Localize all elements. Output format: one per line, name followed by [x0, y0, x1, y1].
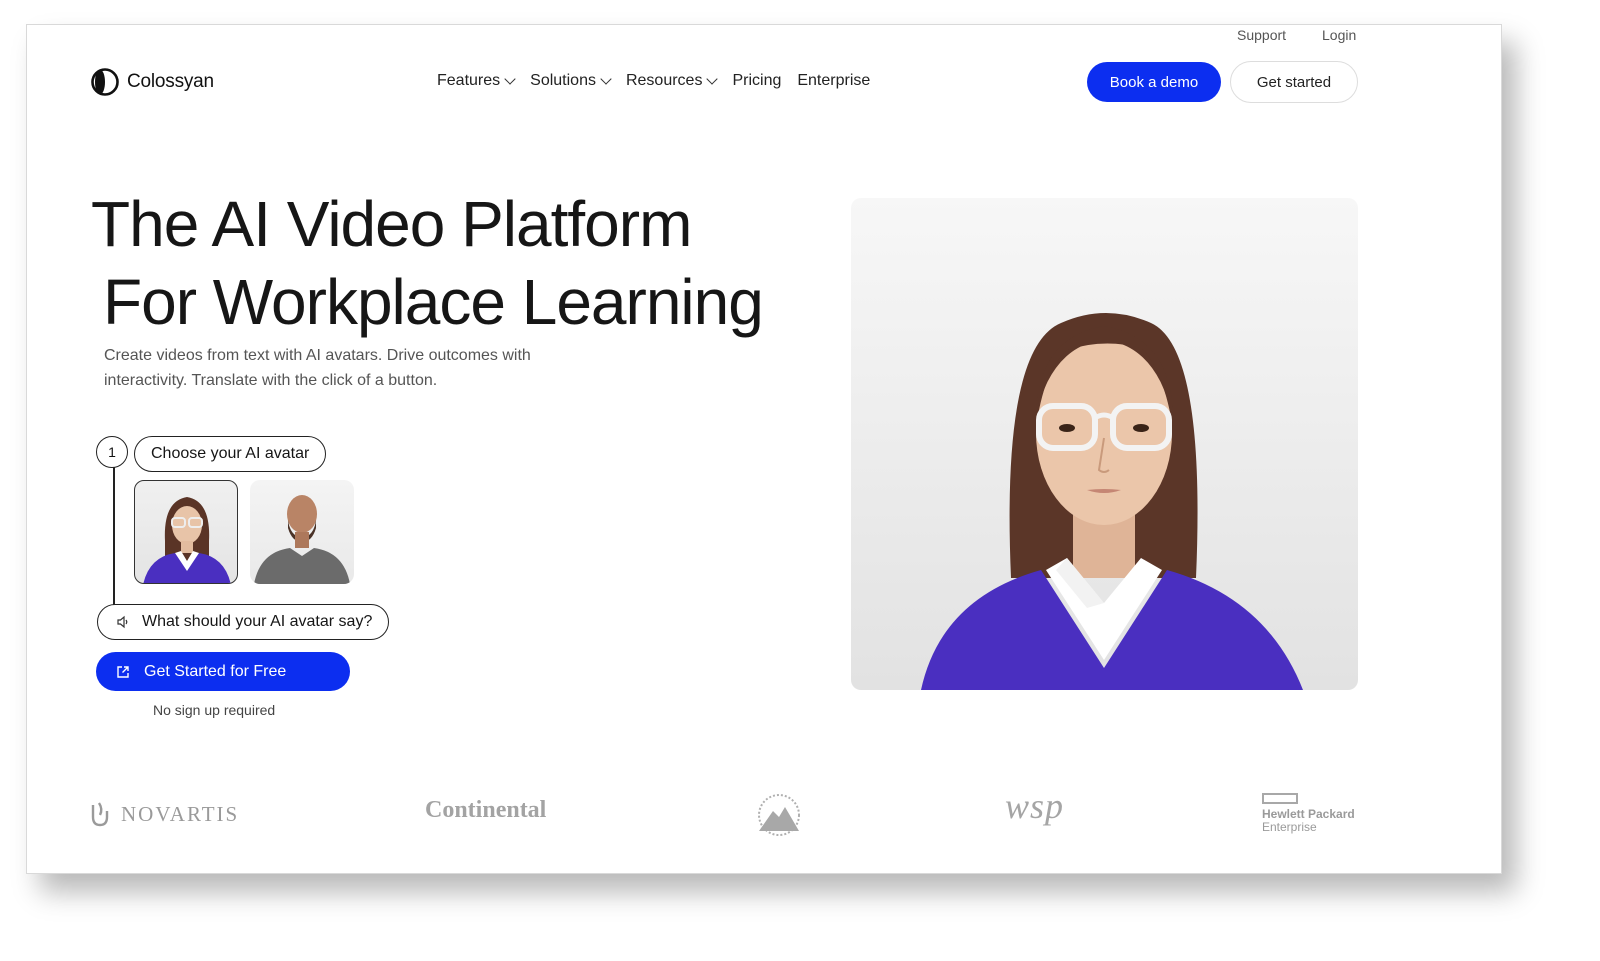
hero-title-line2: For Workplace Learning [103, 266, 764, 338]
choose-avatar-label: Choose your AI avatar [151, 445, 310, 462]
nav-resources[interactable]: Resources [625, 72, 719, 90]
hero-avatar-image [851, 198, 1358, 690]
wsp-logo: wsp [1005, 785, 1064, 827]
wsp-wordmark: wsp [1005, 786, 1065, 826]
avatar-option-man[interactable] [250, 480, 354, 584]
colossyan-logo[interactable]: Colossyan [89, 68, 214, 96]
hero-title: The AI Video Platform For Workplace Lear… [91, 185, 764, 341]
hpe-logo: Hewlett Packard Enterprise [1262, 793, 1355, 834]
nav-features-label: Features [437, 72, 501, 89]
novartis-flame-icon [91, 802, 109, 827]
novartis-wordmark: NOVARTIS [121, 801, 240, 826]
choose-avatar-pill[interactable]: Choose your AI avatar [134, 436, 327, 472]
get-started-free-button[interactable]: Get Started for Free [96, 652, 350, 691]
avatar-script-pill[interactable]: What should your AI avatar say? [97, 604, 390, 640]
hero-subtitle: Create videos from text with AI avatars.… [104, 347, 531, 389]
avatar-script-label: What should your AI avatar say? [142, 613, 373, 630]
continental-wordmark: Continental [425, 797, 547, 823]
man-avatar-image [254, 495, 350, 584]
get-started-button[interactable]: Get started [1230, 61, 1358, 103]
nav-pricing-label: Pricing [732, 72, 782, 89]
support-link[interactable]: Support [1237, 27, 1286, 43]
chevron-down-icon [504, 73, 516, 85]
hero-title-line1: The AI Video Platform [91, 188, 692, 260]
hpe-rectangle-icon [1262, 793, 1298, 804]
presenter-woman-image [921, 313, 1303, 690]
main-nav: Features Solutions Resources Pricing Ent… [437, 72, 870, 90]
step-connector-line [113, 467, 115, 613]
browser-page: Support Login Colossyan Features Solutio… [26, 24, 1502, 874]
nav-enterprise-label: Enterprise [797, 72, 871, 89]
novartis-logo: NOVARTIS [89, 801, 239, 827]
step-number-badge: 1 [96, 436, 128, 468]
avatar-option-woman[interactable] [134, 480, 238, 584]
chevron-down-icon [600, 73, 612, 85]
logo-wordmark: Colossyan [127, 71, 214, 92]
nav-features[interactable]: Features [437, 72, 516, 90]
continental-logo: Continental [425, 797, 546, 824]
nav-enterprise[interactable]: Enterprise [797, 72, 870, 90]
external-link-icon [117, 665, 129, 678]
book-demo-button[interactable]: Book a demo [1087, 62, 1221, 102]
speaker-icon [117, 615, 128, 629]
hpe-wordmark-line2: Enterprise [1262, 820, 1317, 834]
nav-solutions[interactable]: Solutions [530, 72, 612, 90]
paramount-mountain-icon [758, 794, 800, 836]
no-signup-note: No sign up required [153, 702, 276, 718]
get-started-free-label: Get Started for Free [144, 662, 287, 680]
chevron-down-icon [706, 73, 719, 85]
nav-pricing[interactable]: Pricing [732, 72, 781, 90]
paramount-logo [751, 791, 807, 842]
colossyan-logo-icon [91, 68, 119, 96]
nav-solutions-label: Solutions [530, 72, 596, 89]
woman-avatar-image [143, 497, 231, 583]
nav-resources-label: Resources [625, 72, 703, 89]
login-link[interactable]: Login [1322, 27, 1356, 43]
